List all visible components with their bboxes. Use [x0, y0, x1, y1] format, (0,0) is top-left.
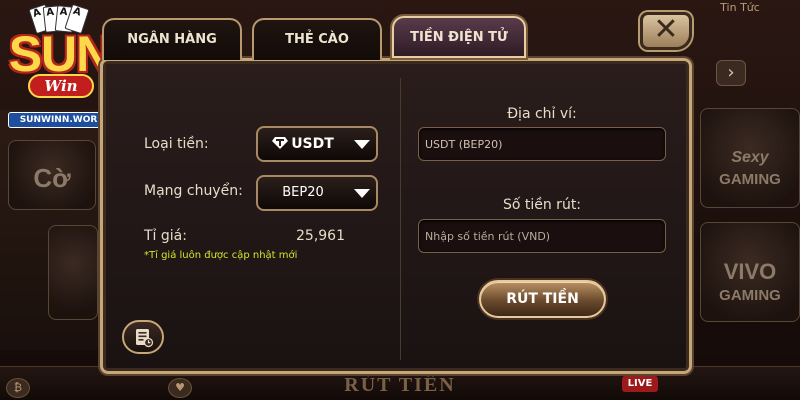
- tab-scratch-card[interactable]: THẺ CÀO: [252, 18, 382, 60]
- withdraw-button[interactable]: RÚT TIỀN: [479, 280, 606, 318]
- network-select[interactable]: BEP20: [256, 175, 378, 211]
- live-badge: LIVE: [622, 376, 658, 392]
- bg-bottom-title: RÚT TIỀN: [344, 374, 456, 396]
- bg-tile-text: GAMING: [719, 171, 781, 188]
- bg-tile-text: VIVO: [723, 259, 777, 284]
- bg-news-label: Tin Tức: [720, 1, 760, 14]
- rate-note: *Tỉ giá luôn được cập nhật mới: [144, 250, 298, 261]
- tether-icon: [272, 136, 289, 149]
- coin-type-value-wrap: USDT: [258, 128, 348, 160]
- tab-bank[interactable]: NGÂN HÀNG: [102, 18, 242, 60]
- rate-value: 25,961: [296, 228, 345, 244]
- logo-sub-text: Win: [28, 74, 94, 98]
- coin-type-value: USDT: [291, 136, 334, 152]
- bg-game-tile: [48, 225, 98, 320]
- amount-title: Số tiền rút:: [502, 197, 582, 213]
- column-divider: [400, 78, 401, 360]
- bg-game-tile-vivo: VIVO GAMING: [700, 222, 800, 322]
- bg-tile-text: Sexy: [731, 149, 769, 166]
- wallet-address-title: Địa chỉ ví:: [507, 106, 577, 122]
- bg-game-tile-sexy: Sexy GAMING: [700, 108, 800, 208]
- bg-tile-text: Cờ: [33, 163, 71, 193]
- coin-type-select[interactable]: USDT: [256, 126, 378, 162]
- rate-label: Tỉ giá:: [144, 228, 187, 244]
- close-button[interactable]: ✕: [640, 12, 692, 50]
- bg-next-arrow-icon: ›: [716, 60, 746, 86]
- history-button[interactable]: [122, 320, 164, 354]
- bitcoin-icon: ₿: [6, 378, 30, 398]
- tab-crypto[interactable]: TIỀN ĐIỆN TỬ: [392, 16, 526, 58]
- close-icon: ✕: [653, 12, 679, 47]
- bg-tile-text: GAMING: [719, 287, 781, 304]
- bg-game-tile: Cờ: [8, 140, 96, 210]
- history-list-icon: [136, 329, 154, 348]
- amount-input[interactable]: [418, 219, 666, 253]
- caret-down-icon: [354, 140, 370, 149]
- coin-type-label: Loại tiền:: [144, 136, 209, 152]
- heart-icon: ♥: [168, 378, 192, 398]
- caret-down-icon: [354, 189, 370, 198]
- network-value: BEP20: [282, 185, 324, 200]
- wallet-address-input[interactable]: [418, 127, 666, 161]
- network-label: Mạng chuyển:: [144, 183, 243, 199]
